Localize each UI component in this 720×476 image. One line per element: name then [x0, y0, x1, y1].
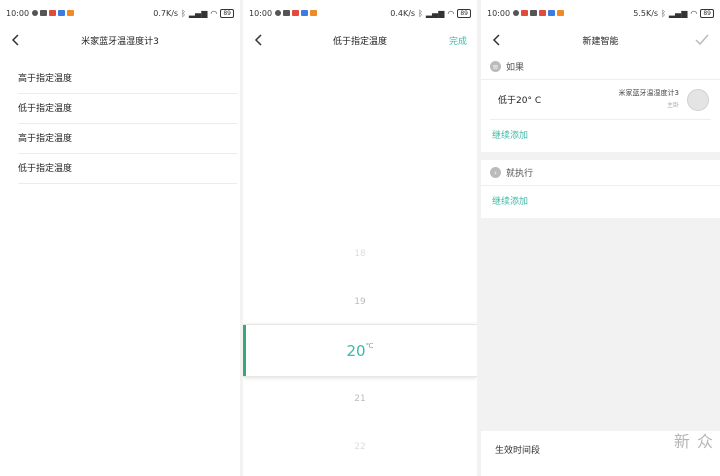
- message-icon: [283, 10, 291, 16]
- bluetooth-icon: ᛒ: [418, 8, 423, 18]
- wifi-icon: ◠: [690, 8, 698, 18]
- page-title: 米家蓝牙温湿度计3: [81, 36, 159, 47]
- picker-selected[interactable]: 20℃: [243, 324, 477, 377]
- list-item[interactable]: 高于指定温度: [18, 64, 237, 94]
- status-bar: 10:00 5.5K/s ᛒ ▂▄▆ ◠ 89: [481, 0, 720, 26]
- shield-icon: [513, 10, 520, 16]
- title-bar: 低于指定温度 完成: [243, 26, 477, 54]
- signal-icon: ▂▄▆: [425, 8, 445, 18]
- selected-value: 20: [346, 342, 366, 360]
- app-icon: [521, 10, 529, 16]
- back-arrow-icon[interactable]: [489, 32, 505, 48]
- bluetooth-icon: ᛒ: [181, 8, 186, 18]
- device-room: 主卧: [666, 102, 679, 109]
- battery-icon: 89: [220, 8, 234, 18]
- unit-label: ℃: [365, 342, 374, 350]
- page-title: 低于指定温度: [332, 36, 387, 47]
- if-icon: ≡: [490, 61, 501, 72]
- shield-icon: [275, 10, 282, 16]
- notification-icons: [275, 10, 318, 16]
- list-item[interactable]: 高于指定温度: [18, 124, 237, 154]
- then-section: › 就执行 继续添加: [481, 160, 720, 218]
- list-item[interactable]: 低于指定温度: [18, 94, 237, 124]
- battery-icon: 89: [700, 8, 714, 18]
- if-section: ≡ 如果 低于20° C 米家蓝牙温湿度计3 主卧 继续添加: [481, 54, 720, 152]
- screen-new-automation: 10:00 5.5K/s ᛒ ▂▄▆ ◠ 89 新建智能 ≡ 如果 低于20° …: [481, 0, 720, 476]
- app-icon: [310, 10, 318, 16]
- network-speed: 0.7K/s: [153, 8, 179, 18]
- notification-icons: [513, 10, 565, 16]
- notification-icons: [32, 10, 75, 16]
- battery-icon: 89: [457, 8, 471, 18]
- if-header-label: 如果: [506, 63, 525, 73]
- status-time: 10:00: [487, 8, 511, 18]
- screen-temperature-picker: 10:00 0.4K/s ᛒ ▂▄▆ ◠ 89 低于指定温度 完成 18 19: [243, 0, 477, 476]
- picker-option[interactable]: 18: [243, 249, 477, 259]
- effective-period-label: 生效时间段: [495, 446, 541, 456]
- network-speed: 5.5K/s: [633, 8, 659, 18]
- message-icon: [530, 10, 538, 16]
- signal-icon: ▂▄▆: [668, 8, 688, 18]
- back-arrow-icon[interactable]: [8, 32, 24, 48]
- app-icon: [548, 10, 556, 16]
- add-condition-link[interactable]: 继续添加: [481, 120, 720, 152]
- device-info: 米家蓝牙温湿度计3 主卧: [619, 88, 679, 109]
- picker-option[interactable]: 19: [243, 297, 477, 307]
- device-name: 米家蓝牙温湿度计3: [618, 89, 679, 97]
- temperature-picker[interactable]: 18 19 20℃ 21 22: [243, 54, 477, 476]
- status-time: 10:00: [6, 8, 30, 18]
- title-bar: 米家蓝牙温湿度计3: [0, 26, 240, 54]
- thermometer-device-icon: [687, 89, 709, 111]
- then-header: › 就执行: [481, 160, 720, 186]
- arrow-right-icon: ›: [490, 167, 501, 178]
- watermark: 新 众: [673, 432, 714, 451]
- app-icon: [539, 10, 547, 16]
- back-arrow-icon[interactable]: [251, 32, 267, 48]
- screen-device-conditions: 10:00 0.7K/s ᛒ ▂▄▆ ◠ 89 米家蓝牙温湿度计3 高于指定温度…: [0, 0, 240, 476]
- bluetooth-icon: ᛒ: [661, 8, 666, 18]
- wifi-icon: ◠: [210, 8, 218, 18]
- app-icon: [49, 10, 57, 16]
- app-icon: [301, 10, 309, 16]
- condition-list: 高于指定温度 低于指定温度 高于指定温度 低于指定温度: [0, 64, 240, 184]
- confirm-check-icon[interactable]: [694, 32, 710, 48]
- done-button[interactable]: 完成: [449, 34, 467, 47]
- title-bar: 新建智能: [481, 26, 720, 54]
- list-item[interactable]: 低于指定温度: [18, 154, 237, 184]
- page-title: 新建智能: [582, 36, 619, 47]
- picker-selected-value: 20℃: [243, 342, 477, 360]
- shield-icon: [32, 10, 39, 16]
- app-icon: [58, 10, 66, 16]
- condition-row[interactable]: 低于20° C 米家蓝牙温湿度计3 主卧: [490, 80, 711, 120]
- picker-option[interactable]: 21: [243, 394, 477, 404]
- if-header: ≡ 如果: [481, 54, 720, 80]
- message-icon: [40, 10, 48, 16]
- wifi-icon: ◠: [447, 8, 455, 18]
- status-bar: 10:00 0.7K/s ᛒ ▂▄▆ ◠ 89: [0, 0, 240, 26]
- empty-area: [481, 219, 720, 431]
- condition-label: 低于20° C: [498, 96, 542, 106]
- status-time: 10:00: [249, 8, 273, 18]
- picker-option[interactable]: 22: [243, 442, 477, 452]
- app-icon: [67, 10, 75, 16]
- app-icon: [557, 10, 565, 16]
- then-header-label: 就执行: [506, 169, 534, 179]
- app-icon: [292, 10, 300, 16]
- network-speed: 0.4K/s: [390, 8, 416, 18]
- add-action-link[interactable]: 继续添加: [481, 186, 720, 218]
- status-bar: 10:00 0.4K/s ᛒ ▂▄▆ ◠ 89: [243, 0, 477, 26]
- signal-icon: ▂▄▆: [188, 8, 208, 18]
